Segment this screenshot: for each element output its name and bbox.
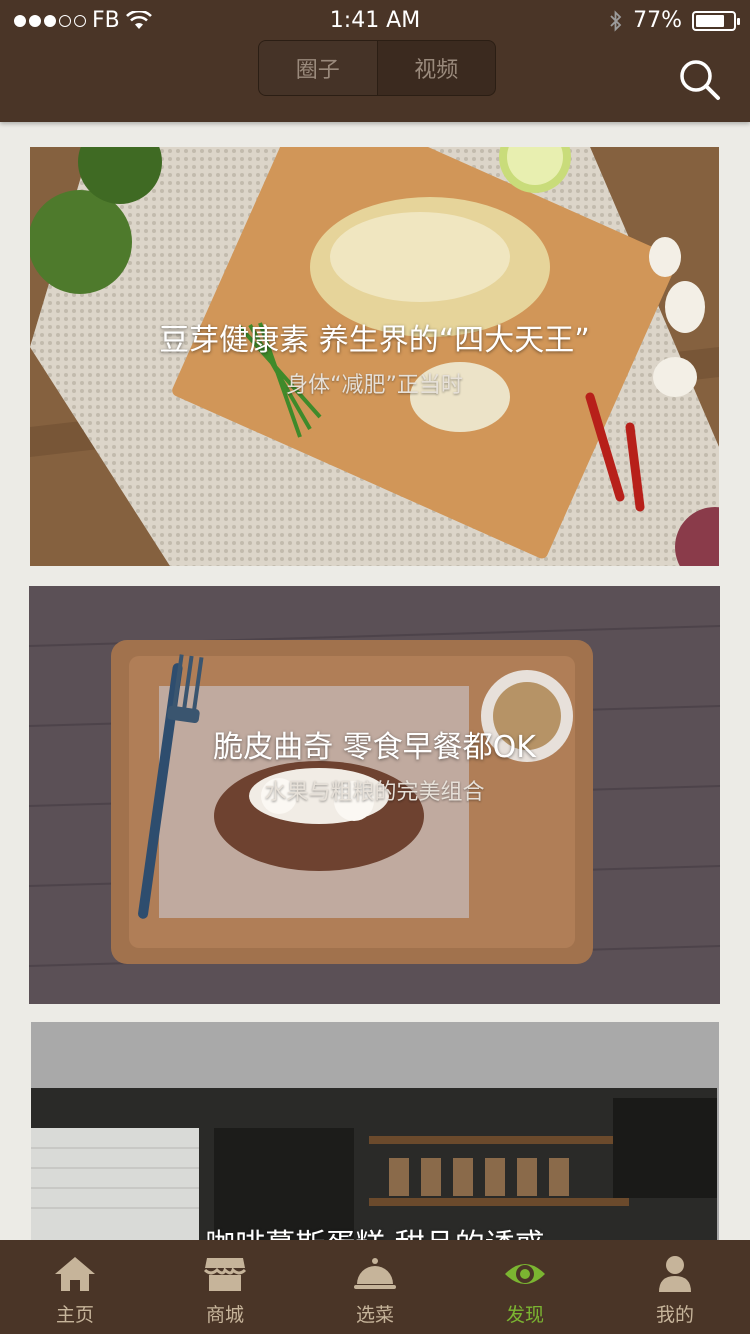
status-bar: FB 1:41 AM 77% bbox=[0, 0, 750, 40]
card-text: 咖啡慕斯蛋糕 甜品的诱惑 bbox=[31, 1022, 719, 1240]
tab-home[interactable]: 主页 bbox=[0, 1240, 150, 1334]
card-text: 豆芽健康素 养生界的“四大天王” 身体“减肥”正当时 bbox=[30, 147, 719, 566]
card-subtitle: 水果与粗粮的完美组合 bbox=[264, 780, 485, 805]
home-icon bbox=[55, 1257, 95, 1291]
card-title: 咖啡慕斯蛋糕 甜品的诱惑 bbox=[205, 1220, 545, 1240]
tab-circle[interactable]: 圈子 bbox=[259, 41, 377, 95]
battery-percent: 77% bbox=[633, 8, 682, 33]
article-card[interactable]: 豆芽健康素 养生界的“四大天王” 身体“减肥”正当时 bbox=[30, 147, 719, 566]
bluetooth-icon bbox=[610, 9, 622, 32]
segmented-control: 圈子 视频 bbox=[258, 40, 496, 96]
card-subtitle: 身体“减肥”正当时 bbox=[286, 372, 463, 398]
status-right: 77% bbox=[609, 8, 740, 33]
battery-icon bbox=[692, 10, 740, 31]
tab-shop[interactable]: 商城 bbox=[150, 1240, 300, 1334]
tab-discover[interactable]: 发现 bbox=[450, 1240, 600, 1334]
card-title: 豆芽健康素 养生界的“四大天王” bbox=[159, 322, 590, 358]
tab-label: 我的 bbox=[655, 1304, 694, 1326]
tab-label: 选菜 bbox=[355, 1304, 394, 1326]
article-card[interactable]: 脆皮曲奇 零食早餐都OK 水果与粗粮的完美组合 bbox=[29, 586, 720, 1004]
cloche-icon bbox=[354, 1258, 396, 1289]
article-card[interactable]: 咖啡慕斯蛋糕 甜品的诱惑 bbox=[31, 1022, 719, 1240]
card-title: 脆皮曲奇 零食早餐都OK bbox=[213, 730, 536, 765]
tab-label: 主页 bbox=[55, 1304, 94, 1326]
search-icon[interactable] bbox=[678, 58, 722, 102]
card-text: 脆皮曲奇 零食早餐都OK 水果与粗粮的完美组合 bbox=[29, 586, 720, 1004]
tab-profile[interactable]: 我的 bbox=[600, 1240, 750, 1334]
eye-icon bbox=[505, 1264, 545, 1284]
bottom-tab-bar: 主页 商城 选菜 发现 我的 bbox=[0, 1240, 750, 1334]
tab-menu-select[interactable]: 选菜 bbox=[300, 1240, 450, 1334]
shop-icon bbox=[203, 1258, 247, 1291]
tab-label: 发现 bbox=[505, 1304, 544, 1326]
tab-video[interactable]: 视频 bbox=[378, 41, 496, 95]
header: FB 1:41 AM 77% 圈子 视频 bbox=[0, 0, 750, 122]
tab-label: 商城 bbox=[205, 1304, 244, 1326]
user-icon bbox=[659, 1256, 691, 1292]
